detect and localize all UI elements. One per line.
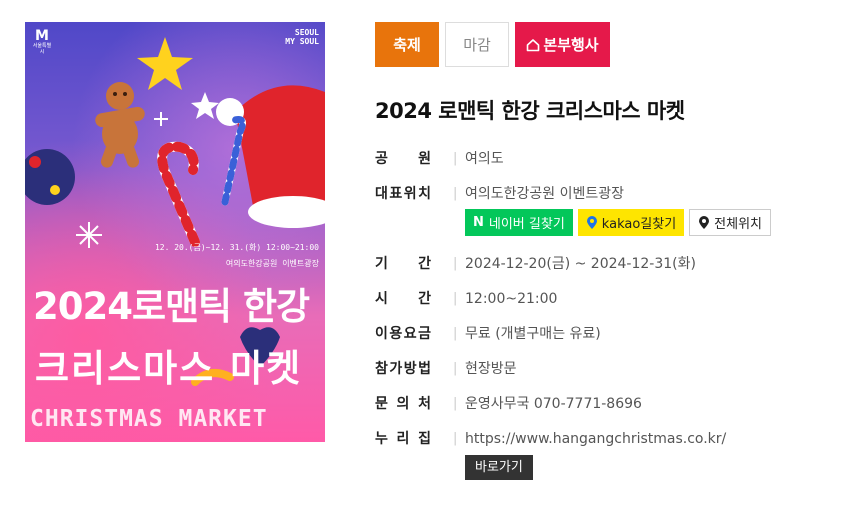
poster-title-english: CHRISTMAS MARKET xyxy=(30,406,268,432)
divider: | xyxy=(453,291,458,306)
seoul-logo: M 서울특별시 xyxy=(32,28,52,55)
home-icon xyxy=(527,38,540,51)
poster-title-line2: 크리스마스 마켓 xyxy=(35,347,303,390)
gingerbread-shape xyxy=(95,82,145,168)
candy-cane-shape xyxy=(157,116,247,247)
info-label: 대표위치 xyxy=(375,186,431,202)
info-row-website: 누리집 | https://www.hangangchristmas.co.kr… xyxy=(375,428,726,480)
naver-directions-label: 네이버 길찾기 xyxy=(488,217,565,232)
divider: | xyxy=(453,431,458,446)
info-row-fee: 이용요금 | 무료 (개별구매는 유료) xyxy=(375,323,601,345)
map-pin-icon xyxy=(586,215,597,229)
all-locations-button[interactable]: 전체위치 xyxy=(689,209,772,236)
closed-tag: 마감 xyxy=(445,22,509,67)
info-label: 문의처 xyxy=(375,396,431,412)
info-label: 공원 xyxy=(375,151,431,167)
location-pin-icon xyxy=(699,215,710,229)
event-title: 2024 로맨틱 한강 크리스마스 마켓 xyxy=(375,99,685,123)
seoul-my-soul-logo: SEOUL MY SOUL xyxy=(285,28,319,46)
hq-event-label: 본부행사 xyxy=(543,36,599,54)
time-value: 12:00~21:00 xyxy=(465,291,558,307)
poster-title-line1: 2024로맨틱 한강 xyxy=(33,285,310,328)
divider: | xyxy=(453,326,458,341)
divider: | xyxy=(453,186,458,201)
divider: | xyxy=(453,151,458,166)
park-value: 여의도 xyxy=(465,151,504,167)
festival-tag: 축제 xyxy=(375,22,439,67)
poster-place: 여의도한강공원 이벤트광장 xyxy=(225,259,319,268)
go-to-website-button[interactable]: 바로가기 xyxy=(465,455,533,480)
info-row-method: 참가방법 | 현장방문 xyxy=(375,358,517,380)
info-row-location: 대표위치 | 여의도한강공원 이벤트광장 N 네이버 길찾기 kakao길찾기 xyxy=(375,183,772,236)
divider: | xyxy=(453,256,458,271)
star-shape xyxy=(137,37,193,90)
poster-date: 12. 20.(금)~12. 31.(화) 12:00~21:00 xyxy=(154,243,319,252)
info-row-park: 공원 | 여의도 xyxy=(375,148,504,170)
kakao-directions-label: kakao길찾기 xyxy=(601,217,677,232)
info-label: 누리집 xyxy=(375,431,431,447)
method-value: 현장방문 xyxy=(465,361,517,377)
info-row-contact: 문의처 | 운영사무국 070-7771-8696 xyxy=(375,393,642,415)
info-label: 시간 xyxy=(375,291,431,307)
all-locations-label: 전체위치 xyxy=(714,217,763,232)
info-row-period: 기간 | 2024-12-20(금) ~ 2024-12-31(화) xyxy=(375,253,696,275)
white-star-shape xyxy=(191,92,219,119)
info-label: 이용요금 xyxy=(375,326,431,342)
contact-value: 운영사무국 070-7771-8696 xyxy=(465,396,642,412)
website-link[interactable]: https://www.hangangchristmas.co.kr/ xyxy=(465,428,726,450)
naver-icon: N xyxy=(473,215,484,230)
map-buttons: N 네이버 길찾기 kakao길찾기 전체위치 xyxy=(465,209,772,236)
fee-value: 무료 (개별구매는 유료) xyxy=(465,326,601,342)
info-label: 기간 xyxy=(375,256,431,272)
info-row-time: 시간 | 12:00~21:00 xyxy=(375,288,557,310)
kakao-directions-button[interactable]: kakao길찾기 xyxy=(577,209,685,236)
divider: | xyxy=(453,361,458,376)
divider: | xyxy=(453,396,458,411)
info-label: 참가방법 xyxy=(375,361,431,377)
event-tags: 축제 마감 본부행사 xyxy=(375,22,610,67)
location-value: 여의도한강공원 이벤트광장 xyxy=(465,186,625,202)
naver-directions-button[interactable]: N 네이버 길찾기 xyxy=(465,209,573,236)
hq-event-tag: 본부행사 xyxy=(515,22,610,67)
period-value: 2024-12-20(금) ~ 2024-12-31(화) xyxy=(465,256,696,272)
event-poster: M 서울특별시 SEOUL MY SOUL 12. 20.(금)~12. 31.… xyxy=(25,22,325,442)
